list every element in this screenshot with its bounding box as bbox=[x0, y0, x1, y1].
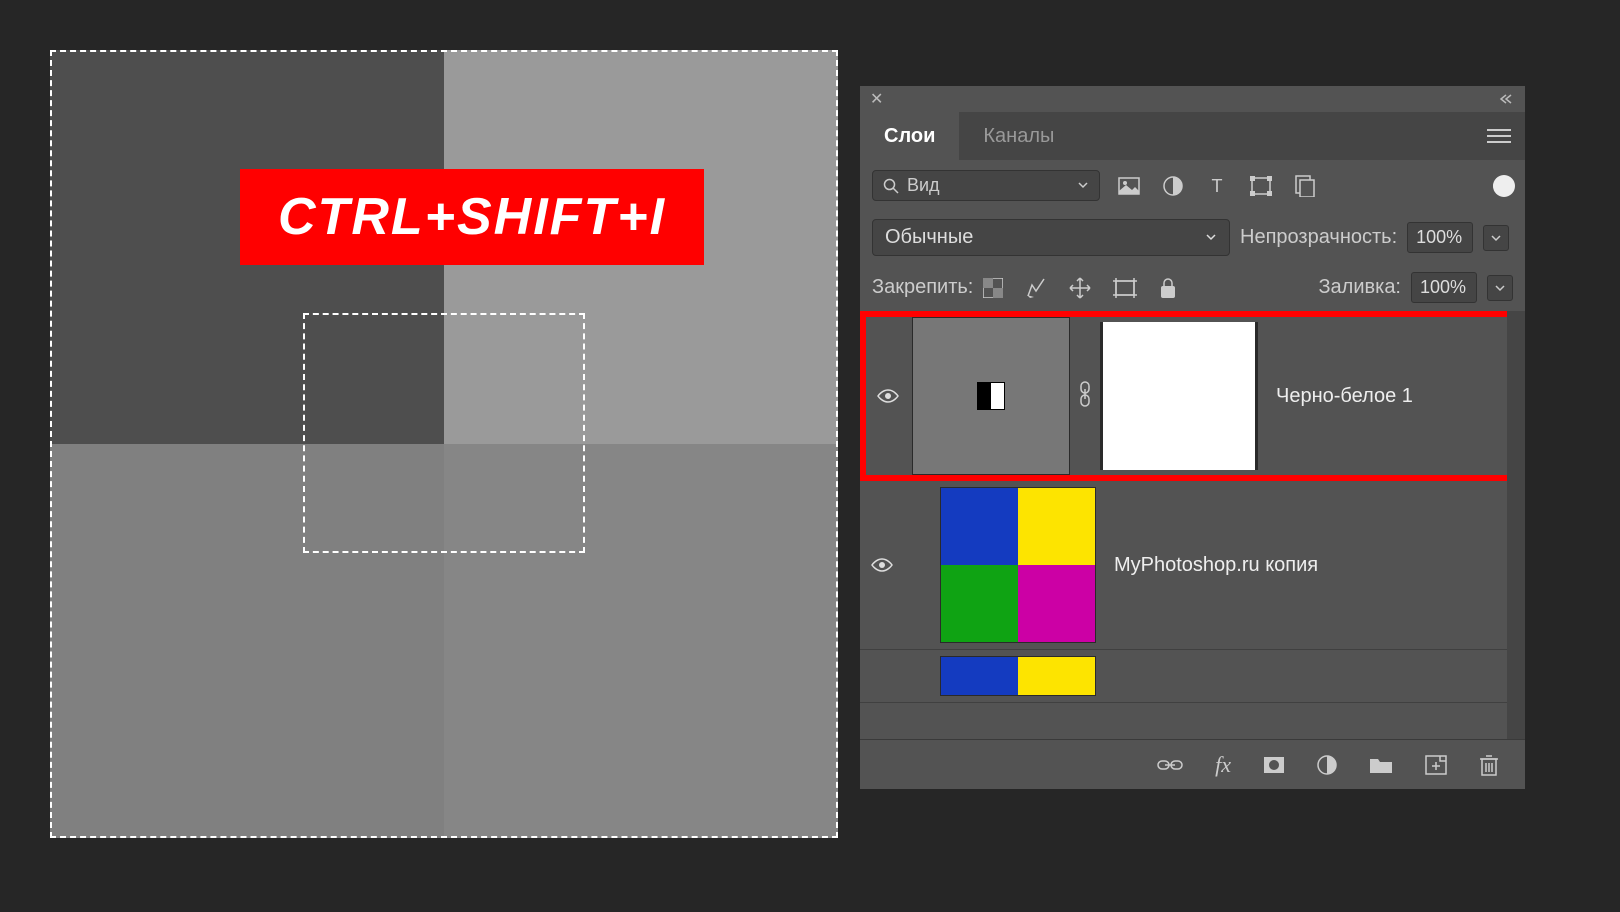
scrollbar[interactable] bbox=[1507, 311, 1525, 739]
delete-layer-icon[interactable] bbox=[1479, 754, 1499, 776]
add-mask-icon[interactable] bbox=[1263, 756, 1285, 774]
collapse-icon[interactable] bbox=[1497, 93, 1515, 105]
lock-row: Закрепить: Заливка: 100% bbox=[860, 264, 1525, 311]
fill-label: Заливка: bbox=[1318, 276, 1401, 299]
close-icon[interactable]: ✕ bbox=[870, 89, 883, 109]
filter-smart-icon[interactable] bbox=[1294, 175, 1316, 197]
chevron-down-icon bbox=[1077, 175, 1089, 196]
panel-footer: fx bbox=[860, 739, 1525, 789]
filter-type-icon[interactable]: T bbox=[1206, 175, 1228, 197]
visibility-toggle[interactable] bbox=[866, 557, 898, 573]
lock-all-icon[interactable] bbox=[1159, 277, 1177, 299]
link-layers-icon[interactable] bbox=[1157, 758, 1183, 772]
chevron-down-icon bbox=[1205, 226, 1217, 249]
fill-flyout[interactable] bbox=[1487, 275, 1513, 301]
new-group-icon[interactable] bbox=[1369, 756, 1393, 774]
layer-name[interactable]: Черно-белое 1 bbox=[1276, 385, 1497, 408]
canvas-quadrant bbox=[444, 444, 838, 838]
layers-list: Черно-белое 1 MyPhotoshop.ru копия bbox=[860, 311, 1525, 739]
lock-position-icon[interactable] bbox=[1069, 277, 1091, 299]
black-white-icon bbox=[977, 382, 1005, 410]
filter-pixel-icon[interactable] bbox=[1118, 175, 1140, 197]
link-mask-icon[interactable] bbox=[1078, 381, 1092, 412]
tab-channels[interactable]: Каналы bbox=[959, 112, 1078, 160]
lock-transparency-icon[interactable] bbox=[983, 278, 1003, 298]
blend-mode-value: Обычные bbox=[885, 226, 973, 249]
fill-input[interactable]: 100% bbox=[1411, 272, 1477, 303]
filter-type-icons: T bbox=[1118, 175, 1316, 197]
visibility-toggle[interactable] bbox=[872, 388, 904, 404]
svg-text:T: T bbox=[1212, 176, 1223, 196]
panel-menu-icon[interactable] bbox=[1473, 112, 1525, 160]
canvas-area[interactable]: CTRL+SHIFT+I bbox=[50, 50, 838, 838]
layer-thumbnail[interactable] bbox=[940, 656, 1096, 696]
layer-name[interactable]: MyPhotoshop.ru копия bbox=[1114, 554, 1503, 577]
layer-filter-row: Вид T bbox=[860, 160, 1525, 211]
canvas-quadrant bbox=[50, 444, 444, 838]
opacity-flyout[interactable] bbox=[1483, 225, 1509, 251]
new-adjustment-icon[interactable] bbox=[1317, 755, 1337, 775]
layer-thumbnail[interactable] bbox=[940, 487, 1096, 643]
layer-fx-icon[interactable]: fx bbox=[1215, 752, 1231, 778]
lock-label: Закрепить: bbox=[872, 276, 973, 299]
filter-kind-label: Вид bbox=[907, 175, 940, 196]
panel-titlebar: ✕ bbox=[860, 86, 1525, 112]
panel-tabs: Слои Каналы bbox=[860, 112, 1525, 160]
layer-row[interactable]: Черно-белое 1 bbox=[860, 311, 1525, 481]
opacity-input[interactable]: 100% bbox=[1407, 222, 1473, 253]
filter-toggle[interactable] bbox=[1493, 179, 1513, 193]
new-layer-icon[interactable] bbox=[1425, 755, 1447, 775]
filter-shape-icon[interactable] bbox=[1250, 175, 1272, 197]
blend-row: Обычные Непрозрачность: 100% bbox=[860, 211, 1525, 264]
layer-row[interactable] bbox=[860, 650, 1525, 703]
lock-image-icon[interactable] bbox=[1025, 277, 1047, 299]
filter-adjust-icon[interactable] bbox=[1162, 175, 1184, 197]
layer-mask-thumbnail[interactable] bbox=[1100, 322, 1258, 470]
layer-row[interactable]: MyPhotoshop.ru копия bbox=[860, 481, 1525, 650]
tab-layers[interactable]: Слои bbox=[860, 112, 959, 160]
shortcut-overlay: CTRL+SHIFT+I bbox=[240, 169, 704, 265]
lock-artboard-icon[interactable] bbox=[1113, 278, 1137, 298]
layers-panel: ✕ Слои Каналы Вид T Обычные bbox=[860, 86, 1525, 789]
lock-icons bbox=[983, 277, 1177, 299]
blend-mode-dropdown[interactable]: Обычные bbox=[872, 219, 1230, 256]
layer-thumbnail[interactable] bbox=[912, 317, 1070, 475]
opacity-label: Непрозрачность: bbox=[1240, 226, 1397, 249]
filter-kind-dropdown[interactable]: Вид bbox=[872, 170, 1100, 201]
